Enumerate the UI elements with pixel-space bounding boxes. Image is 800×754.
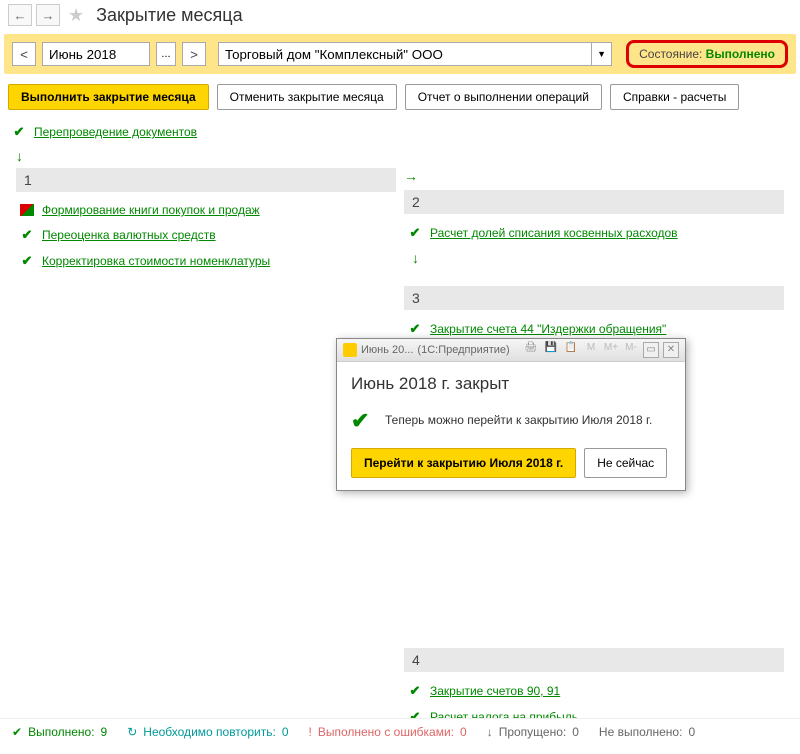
check-icon: ✔ — [408, 225, 422, 241]
block-1-header: 1 — [16, 168, 396, 192]
check-icon: ✔ — [12, 725, 22, 739]
references-button[interactable]: Справки - расчеты — [610, 84, 739, 110]
stage-item: Формирование книги покупок и продаж — [20, 198, 396, 222]
skip-icon: ↓ — [487, 725, 493, 739]
footer-notdone: Не выполнено: 0 — [599, 725, 695, 739]
error-icon: ! — [309, 725, 312, 739]
close-icon[interactable]: ✕ — [663, 342, 679, 358]
dialog-title: Июнь 2018 г. закрыт — [351, 374, 671, 394]
app-1c-icon — [343, 343, 357, 357]
footer-skipped: ↓ Пропущено: 0 — [487, 725, 579, 739]
footer-done: ✔ Выполнено: 9 — [12, 725, 107, 739]
status-box: Состояние: Выполнено — [626, 40, 788, 68]
operations-report-button[interactable]: Отчет о выполнении операций — [405, 84, 602, 110]
check-icon: ✔ — [20, 227, 34, 243]
status-label: Состояние: — [639, 47, 702, 61]
m-minus-icon[interactable]: M- — [623, 342, 639, 358]
status-value: Выполнено — [706, 47, 775, 61]
print-icon[interactable]: 🖨 — [523, 342, 539, 358]
stage-link[interactable]: Перепроведение документов — [34, 125, 197, 139]
check-icon: ✔ — [408, 321, 422, 337]
stage-item: ✔ Расчет долей списания косвенных расход… — [408, 220, 784, 246]
arrow-down-icon: ↓ — [16, 148, 784, 164]
arrow-right-icon: → — [404, 168, 418, 184]
dialog-titlebar-app: (1С:Предприятие) — [417, 344, 509, 356]
period-input[interactable] — [42, 42, 150, 66]
period-prev-button[interactable]: < — [12, 42, 36, 66]
m-icon[interactable]: M — [583, 342, 599, 358]
stage-item: ✔ Закрытие счетов 90, 91 — [408, 678, 784, 704]
block-3-header: 3 — [404, 286, 784, 310]
minimize-icon[interactable]: ▭ — [643, 342, 659, 358]
toolbar: Выполнить закрытие месяца Отменить закры… — [0, 78, 800, 116]
block-4-header: 4 — [404, 648, 784, 672]
page-title: Закрытие месяца — [96, 5, 242, 26]
not-now-button[interactable]: Не сейчас — [584, 448, 667, 478]
stage-link[interactable]: Корректировка стоимости номенклатуры — [42, 254, 270, 268]
header-bar: ← → ★ Закрытие месяца — [0, 0, 800, 30]
go-next-month-button[interactable]: Перейти к закрытию Июля 2018 г. — [351, 448, 576, 478]
stage-item: ✔ Корректировка стоимости номенклатуры — [20, 248, 396, 274]
nav-forward-button[interactable]: → — [36, 4, 60, 26]
stage-link[interactable]: Формирование книги покупок и продаж — [42, 203, 260, 217]
m-plus-icon[interactable]: M+ — [603, 342, 619, 358]
favorite-star-icon[interactable]: ★ — [68, 5, 84, 26]
status-footer: ✔ Выполнено: 9 ↻ Необходимо повторить: 0… — [0, 718, 800, 745]
success-check-icon: ✔ — [351, 408, 375, 432]
stage-link[interactable]: Расчет долей списания косвенных расходов — [430, 226, 678, 240]
footer-errors: ! Выполнено с ошибками: 0 — [309, 725, 467, 739]
stage-link[interactable]: Переоценка валютных средств — [42, 228, 216, 242]
filter-bar: < ... > ▼ Состояние: Выполнено — [4, 34, 796, 74]
footer-retry: ↻ Необходимо повторить: 0 — [127, 725, 288, 739]
block-2-header: 2 — [404, 190, 784, 214]
check-icon: ✔ — [12, 124, 26, 140]
run-close-button[interactable]: Выполнить закрытие месяца — [8, 84, 209, 110]
stage-reposting: ✔ Перепроведение документов — [12, 120, 788, 144]
dialog-message: Теперь можно перейти к закрытию Июля 201… — [385, 413, 652, 427]
calendar-icon[interactable]: 📋 — [563, 342, 579, 358]
refresh-icon: ↻ — [127, 725, 137, 739]
stage-item: ✔ Переоценка валютных средств — [20, 222, 396, 248]
arrow-down-icon: ↓ — [412, 250, 780, 266]
book-icon — [20, 204, 34, 216]
organization-dropdown-button[interactable]: ▼ — [592, 42, 612, 66]
dialog-titlebar[interactable]: Июнь 20... (1С:Предприятие) 🖨 💾 📋 M M+ M… — [337, 339, 685, 362]
check-icon: ✔ — [408, 683, 422, 699]
dialog-titlebar-text: Июнь 20... — [361, 344, 413, 356]
check-icon: ✔ — [20, 253, 34, 269]
stage-link[interactable]: Закрытие счетов 90, 91 — [430, 684, 560, 698]
nav-back-button[interactable]: ← — [8, 4, 32, 26]
month-closed-dialog: Июнь 20... (1С:Предприятие) 🖨 💾 📋 M M+ M… — [336, 338, 686, 491]
organization-select[interactable] — [218, 42, 592, 66]
period-next-button[interactable]: > — [182, 42, 206, 66]
cancel-close-button[interactable]: Отменить закрытие месяца — [217, 84, 397, 110]
stage-link[interactable]: Закрытие счета 44 "Издержки обращения" — [430, 322, 666, 336]
period-picker-button[interactable]: ... — [156, 42, 176, 66]
save-icon[interactable]: 💾 — [543, 342, 559, 358]
